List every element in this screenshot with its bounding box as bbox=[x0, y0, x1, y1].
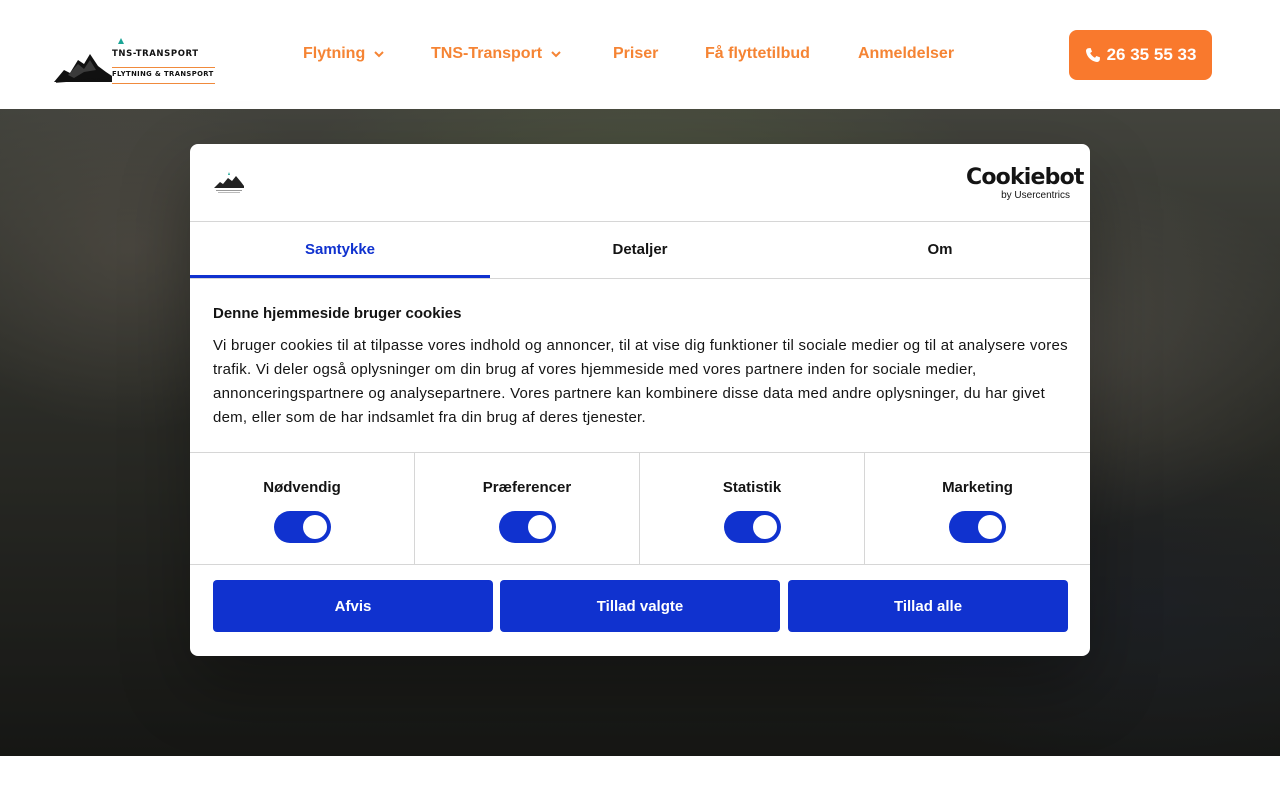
nav-item-label: TNS-Transport bbox=[431, 45, 543, 62]
tab-detaljer[interactable]: Detaljer bbox=[490, 222, 790, 278]
dialog-header: Cookiebot by Usercentrics bbox=[190, 144, 1090, 222]
consent-description: Vi bruger cookies til at tilpasse vores … bbox=[213, 337, 1068, 426]
allow-all-button[interactable]: Tillad alle bbox=[788, 580, 1068, 632]
necessary-toggle[interactable] bbox=[274, 511, 331, 543]
logo-subtitle: FLYTNING & TRANSPORT bbox=[112, 70, 214, 78]
logo-divider bbox=[112, 67, 215, 68]
tree-icon bbox=[118, 38, 124, 44]
marketing-toggle[interactable] bbox=[949, 511, 1006, 543]
category-statistics: Statistik bbox=[640, 453, 865, 564]
chevron-down-icon bbox=[551, 50, 561, 57]
nav-item-label: Få flyttetilbud bbox=[705, 45, 810, 62]
consent-categories: Nødvendig Præferencer Statistik Marketin… bbox=[190, 452, 1090, 565]
allow-selected-button[interactable]: Tillad valgte bbox=[500, 580, 780, 632]
category-preferences: Præferencer bbox=[415, 453, 640, 564]
consent-tabs: Samtykke Detaljer Om bbox=[190, 222, 1090, 279]
phone-number: 26 35 55 33 bbox=[1106, 45, 1197, 64]
logo-underline bbox=[112, 83, 215, 84]
toggle-knob bbox=[303, 515, 327, 539]
content-section bbox=[0, 756, 1280, 800]
cookie-consent-dialog: Cookiebot by Usercentrics Samtykke Detal… bbox=[190, 144, 1090, 656]
consent-title: Denne hjemmeside bruger cookies bbox=[213, 305, 462, 322]
cookiebot-subtitle: by Usercentrics bbox=[1001, 190, 1070, 201]
nav-item-label: Priser bbox=[613, 45, 659, 62]
cookiebot-name: Cookiebot bbox=[966, 165, 1084, 190]
cookiebot-logo[interactable]: Cookiebot by Usercentrics bbox=[966, 165, 1084, 201]
tab-om[interactable]: Om bbox=[790, 222, 1090, 278]
nav-item-label: Flytning bbox=[303, 45, 366, 62]
nav-item-anmeldelser[interactable]: Anmeldelser bbox=[858, 45, 954, 63]
toggle-knob bbox=[753, 515, 777, 539]
nav-item-tns-transport[interactable]: TNS-Transport bbox=[431, 45, 561, 63]
category-label: Nødvendig bbox=[263, 479, 341, 496]
active-tab-indicator bbox=[190, 275, 490, 278]
category-label: Marketing bbox=[942, 479, 1013, 496]
mountain-logo-icon bbox=[54, 54, 112, 83]
nav-item-fa-flyttetilbud[interactable]: Få flyttetilbud bbox=[705, 45, 810, 63]
chevron-down-icon bbox=[374, 50, 384, 57]
category-label: Statistik bbox=[722, 479, 782, 496]
category-marketing: Marketing bbox=[865, 453, 1090, 564]
deny-button[interactable]: Afvis bbox=[213, 580, 493, 632]
category-necessary: Nødvendig bbox=[190, 453, 415, 564]
toggle-knob bbox=[978, 515, 1002, 539]
nav-item-label: Anmeldelser bbox=[858, 45, 955, 62]
statistics-toggle[interactable] bbox=[724, 511, 781, 543]
site-header: TNS-TRANSPORT FLYTNING & TRANSPORT Flytn… bbox=[0, 0, 1280, 109]
tab-samtykke[interactable]: Samtykke bbox=[190, 222, 490, 278]
category-label: Præferencer bbox=[482, 479, 572, 496]
toggle-knob bbox=[528, 515, 552, 539]
site-logo[interactable]: TNS-TRANSPORT FLYTNING & TRANSPORT bbox=[54, 36, 218, 88]
nav-item-priser[interactable]: Priser bbox=[613, 45, 658, 63]
phone-icon bbox=[1085, 47, 1101, 63]
nav-item-flytning[interactable]: Flytning bbox=[303, 45, 384, 63]
logo-title: TNS-TRANSPORT bbox=[112, 49, 199, 59]
preferences-toggle[interactable] bbox=[499, 511, 556, 543]
phone-button[interactable]: 26 35 55 33 bbox=[1069, 30, 1212, 80]
site-logo-small-icon bbox=[214, 172, 244, 193]
